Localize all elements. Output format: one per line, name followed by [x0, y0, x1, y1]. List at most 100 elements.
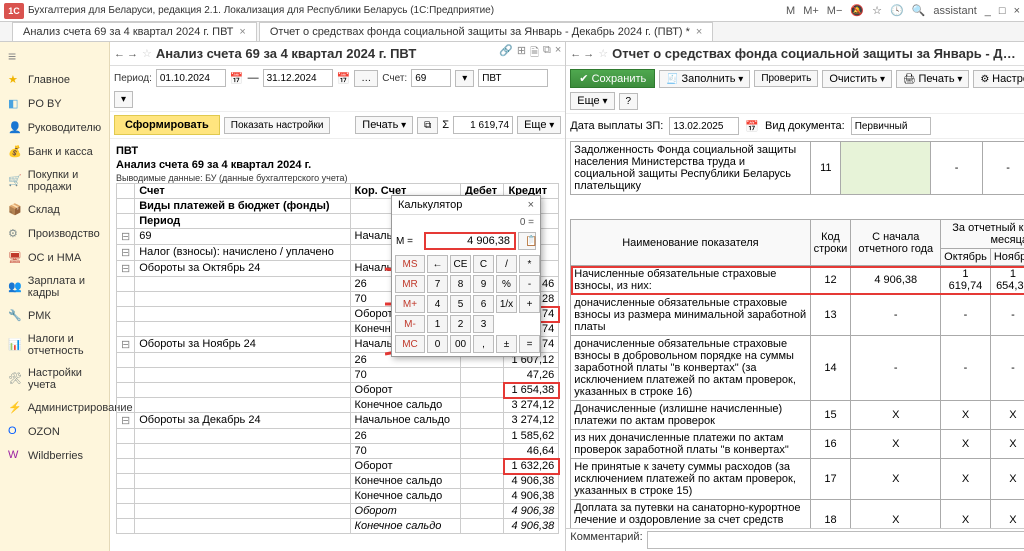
clear-button[interactable]: Очистить ▾ — [822, 70, 892, 88]
pane-close-icon[interactable]: × — [555, 44, 561, 63]
table-row[interactable]: Оборот1 654,38 — [117, 383, 559, 398]
sidebar-item[interactable]: 🔧РМК — [0, 304, 109, 328]
calc-key[interactable]: = — [519, 335, 540, 353]
date-from-input[interactable] — [156, 69, 226, 87]
sidebar-item[interactable]: 🛠Настройки учета — [0, 362, 109, 396]
sidebar-item[interactable]: ⚙Производство — [0, 222, 109, 246]
table-row[interactable]: Доплата за путевки на санаторно-курортно… — [571, 500, 1024, 529]
calc-key[interactable]: M- — [395, 315, 425, 333]
menu-toggle[interactable]: ≡ — [0, 44, 109, 68]
calc-key[interactable]: 1/x — [496, 295, 517, 313]
calc-key[interactable]: * — [519, 255, 540, 273]
calc-key[interactable]: + — [519, 295, 540, 313]
calc-key[interactable]: M+ — [395, 295, 425, 313]
calendar-icon[interactable]: 📅 — [745, 120, 759, 133]
sidebar-item[interactable]: ◧PO BY — [0, 92, 109, 116]
calc-key[interactable]: , — [473, 335, 494, 353]
table-row[interactable]: Конечное сальдо3 274,12 — [117, 398, 559, 413]
calc-key[interactable]: - — [519, 275, 540, 293]
calc-key[interactable]: 9 — [473, 275, 494, 293]
tab-fsz-report[interactable]: Отчет о средствах фонда социальной защит… — [259, 22, 714, 41]
calendar-icon[interactable]: 📅 — [230, 72, 244, 85]
generate-button[interactable]: Сформировать — [114, 115, 220, 135]
period-picker-button[interactable]: … — [354, 70, 378, 87]
calc-key[interactable]: 00 — [450, 335, 471, 353]
window-min[interactable]: _ — [985, 5, 991, 17]
table-row[interactable]: Оборот4 906,38 — [117, 504, 559, 519]
link-icon[interactable]: 🔗 — [499, 44, 513, 63]
sum-input[interactable] — [453, 116, 513, 134]
table-row[interactable]: 7046,64 — [117, 444, 559, 459]
nav-back-icon[interactable]: ← — [570, 48, 581, 60]
fill-button[interactable]: 🧾 Заполнить ▾ — [659, 70, 750, 88]
calc-key[interactable]: 5 — [450, 295, 471, 313]
table-row[interactable]: Конечное сальдо4 906,38 — [117, 489, 559, 504]
account-input[interactable] — [411, 69, 451, 87]
sidebar-item[interactable]: OOZON — [0, 420, 109, 444]
bell-icon[interactable]: 🔕 — [850, 4, 864, 17]
comment-input[interactable] — [647, 531, 1024, 549]
fav-icon[interactable]: ☆ — [142, 47, 152, 60]
mem-mplus[interactable]: M+ — [803, 5, 819, 17]
nav-fwd-icon[interactable]: → — [127, 48, 138, 60]
close-icon[interactable]: × — [696, 26, 702, 38]
save-button[interactable]: ✔ Сохранить — [570, 69, 655, 88]
calc-key[interactable]: % — [496, 275, 517, 293]
print-button[interactable]: 🖨 Печать ▾ — [896, 70, 969, 88]
table-row[interactable]: 261 585,62 — [117, 429, 559, 444]
user-label[interactable]: assistant — [933, 5, 976, 17]
calc-key[interactable]: MC — [395, 335, 425, 353]
sidebar-item[interactable]: WWildberries — [0, 444, 109, 468]
table-row[interactable]: Доначисленные (излишне начисленные) плат… — [571, 401, 1024, 430]
calc-key[interactable]: ← — [427, 255, 448, 273]
table-row[interactable]: Не принятые к зачету суммы расходов (за … — [571, 459, 1024, 500]
window-max[interactable]: □ — [999, 5, 1006, 17]
check-button[interactable]: Проверить — [754, 70, 818, 87]
calendar-icon[interactable]: 📅 — [337, 72, 351, 85]
calc-key[interactable]: 2 — [450, 315, 471, 333]
table-row[interactable]: Начисленные обязательные страховые взнос… — [571, 266, 1024, 295]
table-row[interactable]: ⊟Обороты за Декабрь 24Начальное сальдо3 … — [117, 413, 559, 429]
more-button[interactable]: Еще ▾ — [517, 116, 561, 134]
account-lookup-button[interactable]: ▾ — [455, 70, 474, 87]
calc-key[interactable]: MR — [395, 275, 425, 293]
calc-key[interactable]: 4 — [427, 295, 448, 313]
close-icon[interactable]: × — [239, 26, 245, 38]
sidebar-item[interactable]: 🛒Покупки и продажи — [0, 164, 109, 198]
org-lookup-button[interactable]: ▾ — [114, 91, 133, 108]
history-icon[interactable]: 🕓 — [890, 4, 904, 17]
sidebar-item[interactable]: 👤Руководителю — [0, 116, 109, 140]
mem-mminus[interactable]: M− — [827, 5, 843, 17]
zp-date-input[interactable] — [669, 117, 739, 135]
sidebar-item[interactable]: 📊Налоги и отчетность — [0, 328, 109, 362]
calc-close-icon[interactable]: × — [528, 199, 534, 211]
search-icon[interactable]: 🔍 — [912, 4, 926, 17]
fav-icon[interactable]: ☆ — [598, 47, 608, 60]
calc-key[interactable]: 8 — [450, 275, 471, 293]
doc-type-input[interactable] — [851, 117, 931, 135]
sidebar-item[interactable]: 💰Банк и касса — [0, 140, 109, 164]
doc-icon[interactable]: 🗎 — [530, 44, 539, 63]
calc-copy-button[interactable]: 📋 — [518, 232, 536, 250]
sidebar-item[interactable]: 📦Склад — [0, 198, 109, 222]
table-row[interactable]: Конечное сальдо4 906,38 — [117, 474, 559, 489]
calc-key[interactable]: 6 — [473, 295, 494, 313]
mem-m[interactable]: M — [786, 5, 795, 17]
export-button[interactable]: ⧉ — [417, 117, 438, 134]
sidebar-item[interactable]: ⚡Администрирование — [0, 396, 109, 420]
table-row[interactable]: доначисленные обязательные страховые взн… — [571, 336, 1024, 401]
sidebar-item[interactable]: ★Главное — [0, 68, 109, 92]
detach-icon[interactable]: ⧉ — [543, 44, 551, 63]
calc-key[interactable]: / — [496, 255, 517, 273]
table-row[interactable]: Оборот1 632,26 — [117, 459, 559, 474]
table-row[interactable]: 7047,26 — [117, 368, 559, 383]
calc-key[interactable]: MS — [395, 255, 425, 273]
star-icon[interactable]: ☆ — [872, 4, 882, 17]
table-row[interactable]: Конечное сальдо4 906,38 — [117, 519, 559, 534]
window-close[interactable]: × — [1014, 5, 1020, 17]
print-button[interactable]: Печать ▾ — [355, 116, 413, 134]
calc-key[interactable]: CE — [450, 255, 471, 273]
calc-key[interactable]: 0 — [427, 335, 448, 353]
calc-key[interactable]: C — [473, 255, 494, 273]
table-row[interactable]: доначисленные обязательные страховые взн… — [571, 295, 1024, 336]
